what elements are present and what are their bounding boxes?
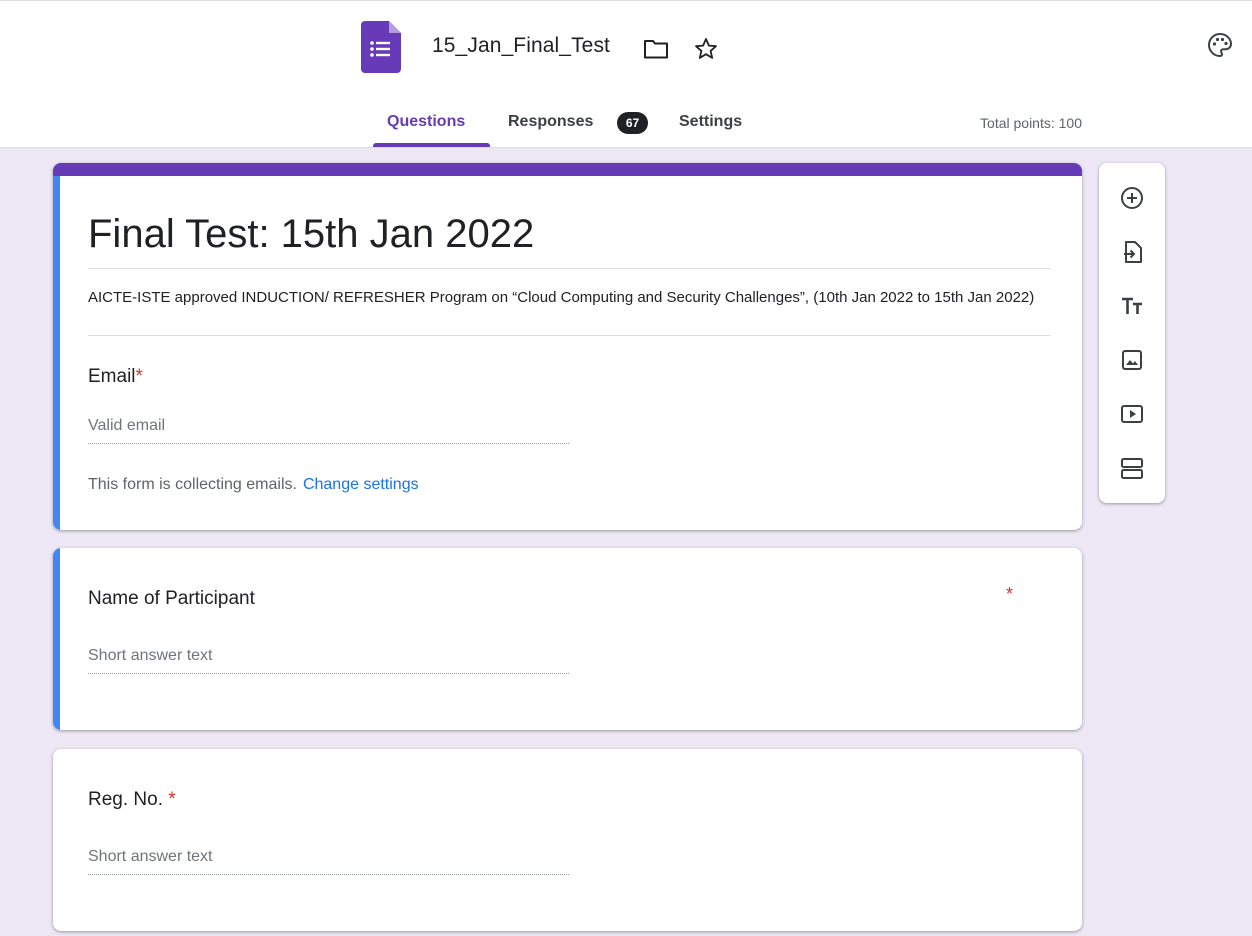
- add-title-icon[interactable]: [1118, 292, 1146, 320]
- star-icon[interactable]: [693, 36, 719, 62]
- add-image-icon[interactable]: [1118, 346, 1146, 374]
- short-answer-placeholder: Short answer text: [88, 848, 569, 875]
- responses-count-badge: 67: [617, 112, 648, 134]
- required-asterisk: *: [1006, 584, 1014, 604]
- add-question-icon[interactable]: [1118, 184, 1146, 212]
- floating-toolbar: [1099, 163, 1165, 503]
- app-header: 15_Jan_Final_Test Questions Responses 67…: [0, 0, 1252, 148]
- active-tab-indicator: [373, 143, 490, 147]
- question-card-reg-no[interactable]: Reg. No. * Short answer text: [53, 749, 1082, 931]
- question-title-text: Reg. No.: [88, 789, 163, 810]
- theme-color-band: [53, 163, 1082, 176]
- collecting-emails-note: This form is collecting emails. Change se…: [88, 476, 419, 494]
- import-questions-icon[interactable]: [1118, 238, 1146, 266]
- question-title[interactable]: Name of Participant: [88, 588, 255, 610]
- total-points: Total points: 100: [980, 115, 1082, 131]
- email-field: Valid email: [88, 417, 569, 444]
- description-underline: [88, 335, 1050, 336]
- email-question-label: Email*: [88, 366, 143, 388]
- tab-questions[interactable]: Questions: [387, 113, 465, 131]
- add-video-icon[interactable]: [1118, 400, 1146, 428]
- tab-responses[interactable]: Responses: [508, 113, 593, 131]
- email-label-text: Email: [88, 366, 136, 387]
- add-section-icon[interactable]: [1118, 454, 1146, 482]
- question-card-name[interactable]: Name of Participant * Short answer text: [53, 548, 1082, 730]
- document-title[interactable]: 15_Jan_Final_Test: [432, 34, 610, 58]
- top-divider: [0, 0, 1252, 4]
- form-title[interactable]: Final Test: 15th Jan 2022: [88, 212, 534, 257]
- short-answer-placeholder: Short answer text: [88, 647, 569, 674]
- palette-icon[interactable]: [1206, 31, 1234, 59]
- folder-icon[interactable]: [642, 37, 670, 61]
- required-asterisk: *: [135, 366, 143, 387]
- change-settings-link[interactable]: Change settings: [303, 476, 419, 493]
- google-forms-logo[interactable]: [361, 21, 401, 73]
- form-description[interactable]: AICTE-ISTE approved INDUCTION/ REFRESHER…: [88, 287, 1048, 308]
- form-editor-area: Final Test: 15th Jan 2022 AICTE-ISTE app…: [0, 148, 1252, 936]
- collecting-emails-text: This form is collecting emails.: [88, 476, 297, 493]
- question-title[interactable]: Reg. No. *: [88, 789, 176, 811]
- tab-settings[interactable]: Settings: [679, 113, 742, 131]
- form-header-card[interactable]: Final Test: 15th Jan 2022 AICTE-ISTE app…: [53, 163, 1082, 530]
- required-asterisk: *: [168, 789, 176, 810]
- title-underline: [88, 268, 1050, 269]
